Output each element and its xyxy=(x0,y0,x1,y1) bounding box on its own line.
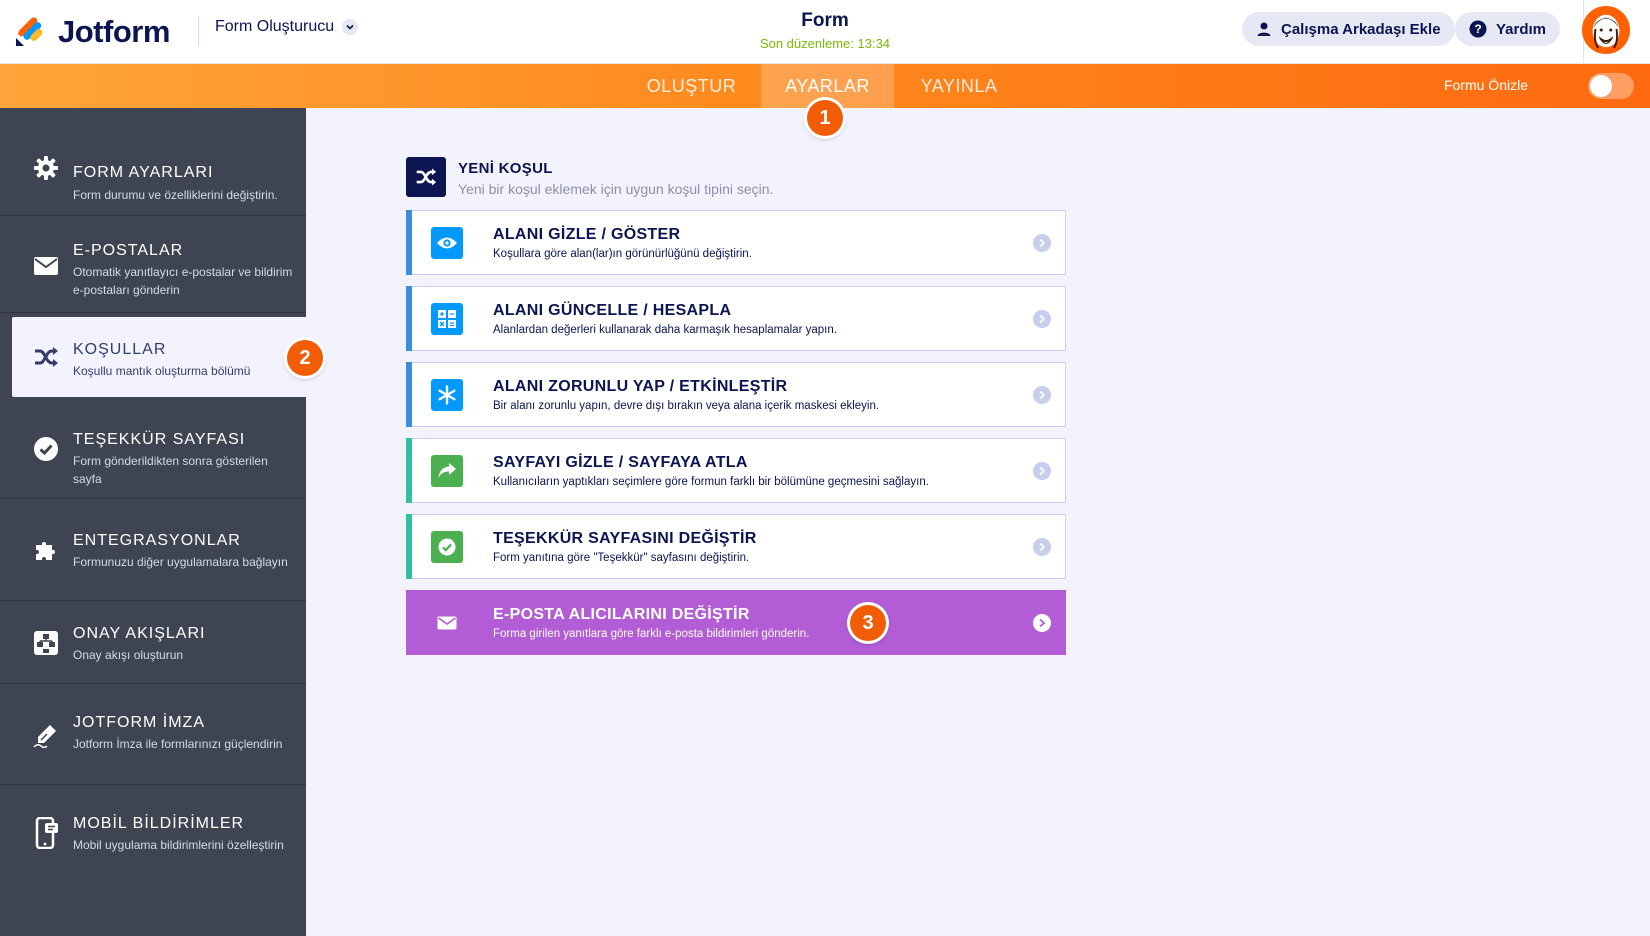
chevron-right-icon xyxy=(1033,234,1051,252)
card-accent-bar xyxy=(406,590,412,655)
condition-card-change-thank-you-page[interactable]: TEŞEKKÜR SAYFASINI DEĞİŞTİR Form yanıtın… xyxy=(406,514,1066,579)
sidebar-item-jotform-sign[interactable]: JOTFORM İMZA Jotform İmza ile formlarını… xyxy=(0,684,306,785)
mobile-icon xyxy=(32,817,60,849)
sidebar-item-integrations[interactable]: ENTEGRASYONLAR Formunuzu diğer uygulamal… xyxy=(0,499,306,601)
flow-icon xyxy=(32,629,60,657)
chevron-right-icon xyxy=(1033,614,1051,632)
calculator-icon xyxy=(431,303,463,335)
pen-icon xyxy=(32,721,60,749)
condition-title: TEŞEKKÜR SAYFASINI DEĞİŞTİR xyxy=(493,530,757,547)
condition-desc: Koşullara göre alan(lar)ın görünürlüğünü… xyxy=(493,248,752,260)
condition-desc: Form yanıtına göre "Teşekkür" sayfasını … xyxy=(493,552,750,564)
sidebar-item-title: ONAY AKIŞLARI xyxy=(73,625,206,642)
sidebar-item-emails[interactable]: E-POSTALAR Otomatik yanıtlayıcı e-postal… xyxy=(0,216,306,313)
sidebar-item-mobile-notifications[interactable]: MOBİL BİLDİRİMLER Mobil uygulama bildiri… xyxy=(0,785,306,885)
condition-title: ALANI GÜNCELLE / HESAPLA xyxy=(493,302,732,319)
condition-desc: Bir alanı zorunlu yapın, devre dışı bıra… xyxy=(493,400,880,412)
envelope-icon xyxy=(32,252,60,280)
sidebar-item-title: KOŞULLAR xyxy=(73,341,167,358)
svg-text:?: ? xyxy=(1474,22,1481,36)
tab-publish[interactable]: YAYINLA xyxy=(898,64,1020,108)
brand-name: Jotform xyxy=(58,14,170,49)
help-button[interactable]: ? Yardım xyxy=(1455,12,1561,46)
condition-card-update-calculate-field[interactable]: ALANI GÜNCELLE / HESAPLA Alanlardan değe… xyxy=(406,286,1066,351)
preview-form-label: Formu Önizle xyxy=(1443,77,1528,93)
condition-desc: Alanlardan değerleri kullanarak daha kar… xyxy=(493,324,837,336)
condition-card-require-enable-field[interactable]: ALANI ZORUNLU YAP / ETKİNLEŞTİR Bir alan… xyxy=(406,362,1066,427)
toggle-knob xyxy=(1590,75,1612,97)
share-arrow-icon xyxy=(431,455,463,487)
sidebar-item-desc: Mobil uygulama bildirimlerini özelleştir… xyxy=(73,838,284,852)
condition-card-show-hide-field[interactable]: ALANI GİZLE / GÖSTER Koşullara göre alan… xyxy=(406,210,1066,275)
sidebar-item-title: JOTFORM İMZA xyxy=(73,714,205,731)
sidebar-item-desc: Koşullu mantık oluşturma bölümü xyxy=(73,364,251,378)
new-condition-title: YENİ KOŞUL xyxy=(458,160,553,177)
preview-form-toggle[interactable] xyxy=(1588,73,1634,99)
condition-title: SAYFAYI GİZLE / SAYFAYA ATLA xyxy=(493,454,748,471)
new-condition-icon xyxy=(406,157,446,197)
card-accent-bar xyxy=(406,362,412,427)
gear-icon xyxy=(32,154,60,182)
envelope-icon xyxy=(431,607,463,639)
sidebar-item-title: TEŞEKKÜR SAYFASI xyxy=(73,431,246,448)
step-badge-1: 1 xyxy=(807,100,843,136)
step-badge-2: 2 xyxy=(287,340,323,376)
user-avatar[interactable] xyxy=(1582,6,1630,54)
condition-card-skip-hide-page[interactable]: SAYFAYI GİZLE / SAYFAYA ATLA Kullanıcıla… xyxy=(406,438,1066,503)
condition-desc: Forma girilen yanıtlara göre farklı e-po… xyxy=(493,628,810,640)
shuffle-icon xyxy=(32,343,60,371)
step-badge-3: 3 xyxy=(850,605,886,641)
sidebar-item-desc: Formunuzu diğer uygulamalara bağlayın xyxy=(73,555,288,569)
sidebar-item-form-settings[interactable]: FORM AYARLARI Form durumu ve özellikleri… xyxy=(0,120,306,216)
form-builder-label: Form Oluşturucu xyxy=(215,18,335,35)
sidebar-item-thank-you-page[interactable]: TEŞEKKÜR SAYFASI Form gönderildikten son… xyxy=(0,401,306,499)
sidebar-item-approval-flows[interactable]: ONAY AKIŞLARI Onay akışı oluşturun xyxy=(0,601,306,684)
sidebar-item-conditions[interactable]: KOŞULLAR Koşullu mantık oluşturma bölümü xyxy=(12,317,306,397)
card-accent-bar xyxy=(406,514,412,579)
chevron-right-icon xyxy=(1033,386,1051,404)
user-icon xyxy=(1256,21,1272,37)
check-circle-icon xyxy=(32,435,60,463)
puzzle-icon xyxy=(32,536,60,564)
add-collaborator-button[interactable]: Çalışma Arkadaşı Ekle xyxy=(1242,12,1455,46)
sidebar-item-title: E-POSTALAR xyxy=(73,242,184,259)
question-circle-icon: ? xyxy=(1469,20,1487,38)
eye-icon xyxy=(431,227,463,259)
condition-title: ALANI ZORUNLU YAP / ETKİNLEŞTİR xyxy=(493,378,788,395)
top-header: Jotform Form Oluşturucu Form Son düzenle… xyxy=(0,0,1650,64)
tab-build[interactable]: OLUŞTUR xyxy=(626,64,757,108)
sidebar-item-desc: Onay akışı oluşturun xyxy=(73,648,184,662)
sidebar-item-desc: Form durumu ve özelliklerini değiştirin. xyxy=(73,188,278,202)
sidebar-item-desc: Otomatik yanıtlayıcı e-postalar ve bildi… xyxy=(73,265,293,297)
jotform-logo[interactable]: Jotform xyxy=(14,10,170,54)
chevron-right-icon xyxy=(1033,310,1051,328)
chevron-right-icon xyxy=(1033,538,1051,556)
card-accent-bar xyxy=(406,286,412,351)
sidebar-item-desc: Jotform İmza ile formlarınızı güçlendiri… xyxy=(73,737,283,751)
sidebar-item-title: FORM AYARLARI xyxy=(73,164,214,181)
sidebar-item-title: MOBİL BİLDİRİMLER xyxy=(73,815,245,832)
header-divider xyxy=(198,16,199,46)
sidebar-item-title: ENTEGRASYONLAR xyxy=(73,532,241,549)
sidebar-item-desc: Form gönderildikten sonra gösterilen say… xyxy=(73,454,268,486)
settings-sidebar: FORM AYARLARI Form durumu ve özellikleri… xyxy=(0,108,306,936)
form-builder-dropdown[interactable]: Form Oluşturucu xyxy=(215,18,359,36)
condition-title: ALANI GİZLE / GÖSTER xyxy=(493,226,681,243)
condition-desc: Kullanıcıların yaptıkları seçimlere göre… xyxy=(493,476,929,488)
add-collaborator-label: Çalışma Arkadaşı Ekle xyxy=(1281,20,1441,38)
new-condition-subtitle: Yeni bir koşul eklemek için uygun koşul … xyxy=(458,181,774,197)
asterisk-icon xyxy=(431,379,463,411)
card-accent-bar xyxy=(406,438,412,503)
help-label: Yardım xyxy=(1496,20,1547,38)
chevron-down-icon xyxy=(342,19,359,35)
card-accent-bar xyxy=(406,210,412,275)
chevron-right-icon xyxy=(1033,462,1051,480)
check-circle-icon xyxy=(431,531,463,563)
jotform-logo-icon xyxy=(14,16,46,48)
condition-card-change-email-recipients[interactable]: E-POSTA ALICILARINI DEĞİŞTİR Forma giril… xyxy=(406,590,1066,655)
condition-title: E-POSTA ALICILARINI DEĞİŞTİR xyxy=(493,606,750,623)
